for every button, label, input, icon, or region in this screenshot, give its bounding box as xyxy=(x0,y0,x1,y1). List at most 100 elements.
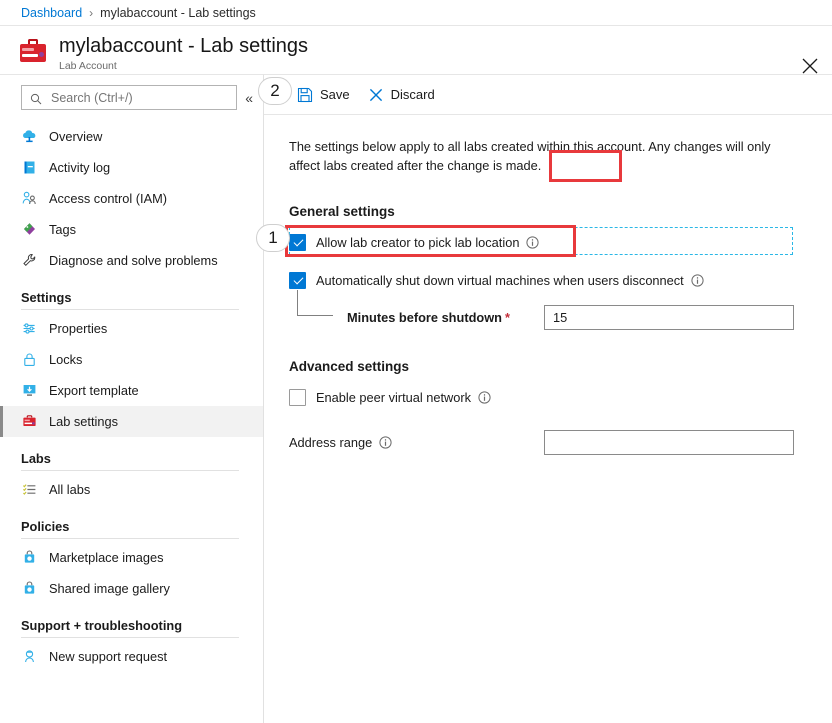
enable-peer-vnet-label: Enable peer virtual network xyxy=(316,389,472,405)
sidebar-item-diagnose[interactable]: Diagnose and solve problems xyxy=(0,245,263,276)
required-marker: * xyxy=(504,309,510,325)
step-badge-2: 2 xyxy=(258,77,292,105)
sidebar-item-all-labs[interactable]: All labs xyxy=(0,474,263,505)
auto-shutdown-checkbox[interactable] xyxy=(289,271,306,289)
marketplace-icon xyxy=(21,549,38,566)
address-range-label: Address range xyxy=(289,434,373,450)
sidebar-item-label: Diagnose and solve problems xyxy=(49,253,218,268)
sidebar-item-label: Export template xyxy=(49,383,139,398)
toolbox-icon xyxy=(20,39,46,65)
sidebar-item-new-support-request[interactable]: New support request xyxy=(0,641,263,672)
sidebar-item-tags[interactable]: Tags xyxy=(0,214,263,245)
sidebar-divider xyxy=(21,309,239,310)
sidebar-item-label: Marketplace images xyxy=(49,550,164,565)
sidebar-search-row: « xyxy=(0,85,263,110)
address-range-input[interactable] xyxy=(544,429,794,455)
info-icon[interactable] xyxy=(379,435,392,449)
export-template-icon xyxy=(21,382,38,399)
sidebar-item-label: New support request xyxy=(49,649,168,664)
discard-button[interactable]: Discard xyxy=(359,81,444,109)
sidebar-item-label: Locks xyxy=(49,352,83,367)
sidebar-item-export-template[interactable]: Export template xyxy=(0,375,263,406)
sidebar-group-title: Support + troubleshooting xyxy=(21,618,183,633)
tree-elbow-connector xyxy=(297,290,333,316)
toolbox-icon xyxy=(21,413,38,430)
tag-icon xyxy=(21,221,38,238)
sidebar-item-overview[interactable]: Overview xyxy=(0,121,263,152)
allow-lab-creator-row: Allow lab creator to pick lab location xyxy=(285,225,793,257)
sidebar-item-label: Overview xyxy=(49,129,103,144)
sidebar-divider xyxy=(21,637,239,638)
advanced-settings-title: Advanced settings xyxy=(289,359,410,374)
step-badge-1: 1 xyxy=(256,224,290,252)
allow-lab-creator-label: Allow lab creator to pick lab location xyxy=(316,234,520,250)
save-button[interactable]: Save xyxy=(288,81,359,109)
wrench-icon xyxy=(21,252,38,269)
info-icon[interactable] xyxy=(691,273,704,287)
close-x-icon xyxy=(368,87,384,103)
sidebar-item-marketplace-images[interactable]: Marketplace images xyxy=(0,542,263,573)
blade-header: mylabaccount - Lab settings Lab Account xyxy=(0,26,832,74)
search-input[interactable] xyxy=(49,89,237,106)
sidebar-item-properties[interactable]: Properties xyxy=(0,313,263,344)
cloud-icon xyxy=(21,128,38,145)
sidebar-divider xyxy=(21,470,239,471)
sliders-icon xyxy=(21,320,38,337)
sidebar-item-label: Lab settings xyxy=(49,414,119,429)
auto-shutdown-label: Automatically shut down virtual machines… xyxy=(316,272,684,288)
info-icon[interactable] xyxy=(526,235,540,249)
sidebar: « Overview xyxy=(0,74,264,723)
general-settings-title: General settings xyxy=(289,204,395,219)
sidebar-item-activity-log[interactable]: Activity log xyxy=(0,152,263,183)
collapse-sidebar-icon[interactable]: « xyxy=(245,91,253,105)
sidebar-item-label: Access control (IAM) xyxy=(49,191,168,206)
content-pane: Save Discard The settings below apply to… xyxy=(264,74,832,723)
close-icon[interactable] xyxy=(800,56,820,76)
auto-shutdown-row: Automatically shut down virtual machines… xyxy=(289,268,790,292)
discard-button-label: Discard xyxy=(390,87,435,102)
header-titles: mylabaccount - Lab settings Lab Account xyxy=(59,34,308,72)
command-bar: Save Discard xyxy=(264,75,832,115)
settings-form: The settings below apply to all labs cre… xyxy=(264,115,832,455)
breadcrumb: Dashboard › mylabaccount - Lab settings xyxy=(0,0,832,26)
sidebar-group-title: Policies xyxy=(21,519,70,534)
sidebar-item-shared-image-gallery[interactable]: Shared image gallery xyxy=(0,573,263,604)
save-button-label: Save xyxy=(320,87,350,102)
info-icon[interactable] xyxy=(478,390,491,404)
page-subtitle: Lab Account xyxy=(59,60,117,72)
sidebar-item-label: All labs xyxy=(49,482,91,497)
sidebar-item-access-control[interactable]: Access control (IAM) xyxy=(0,183,263,214)
search-box[interactable] xyxy=(21,85,238,110)
gallery-icon xyxy=(21,580,38,597)
sidebar-item-label: Shared image gallery xyxy=(49,581,170,596)
sidebar-group-title: Settings xyxy=(21,290,72,305)
sidebar-item-locks[interactable]: Locks xyxy=(0,344,263,375)
intro-text: The settings below apply to all labs cre… xyxy=(289,139,771,173)
enable-peer-vnet-row: Enable peer virtual network xyxy=(289,385,790,409)
sidebar-item-label: Properties xyxy=(49,321,108,336)
address-range-row: Address range xyxy=(289,429,794,455)
sidebar-item-lab-settings[interactable]: Lab settings xyxy=(0,406,263,437)
sidebar-group-title: Labs xyxy=(21,451,51,466)
save-disk-icon xyxy=(297,87,313,103)
minutes-label-text: Minutes before shutdown xyxy=(347,309,502,325)
search-icon xyxy=(30,92,42,104)
lock-icon xyxy=(21,351,38,368)
checklist-icon xyxy=(21,481,38,498)
breadcrumb-dashboard-link[interactable]: Dashboard xyxy=(21,6,82,20)
minutes-before-shutdown-input[interactable] xyxy=(544,304,794,330)
log-book-icon xyxy=(21,159,38,176)
minutes-before-shutdown-row: Minutes before shutdown * xyxy=(289,290,794,330)
allow-lab-creator-checkbox[interactable] xyxy=(289,233,306,251)
sidebar-divider xyxy=(21,538,239,539)
enable-peer-vnet-checkbox[interactable] xyxy=(289,388,306,406)
minutes-before-shutdown-label: Minutes before shutdown * xyxy=(347,310,510,325)
sidebar-nav-top: Overview Activity log Access control (IA… xyxy=(0,121,263,276)
blade-body: « Overview xyxy=(0,74,832,723)
sidebar-item-label: Activity log xyxy=(49,160,111,175)
sidebar-item-label: Tags xyxy=(49,222,77,237)
breadcrumb-separator-icon: › xyxy=(89,5,94,20)
support-person-icon xyxy=(21,648,38,665)
breadcrumb-current: mylabaccount - Lab settings xyxy=(100,5,256,20)
page-title: mylabaccount - Lab settings xyxy=(59,35,309,57)
